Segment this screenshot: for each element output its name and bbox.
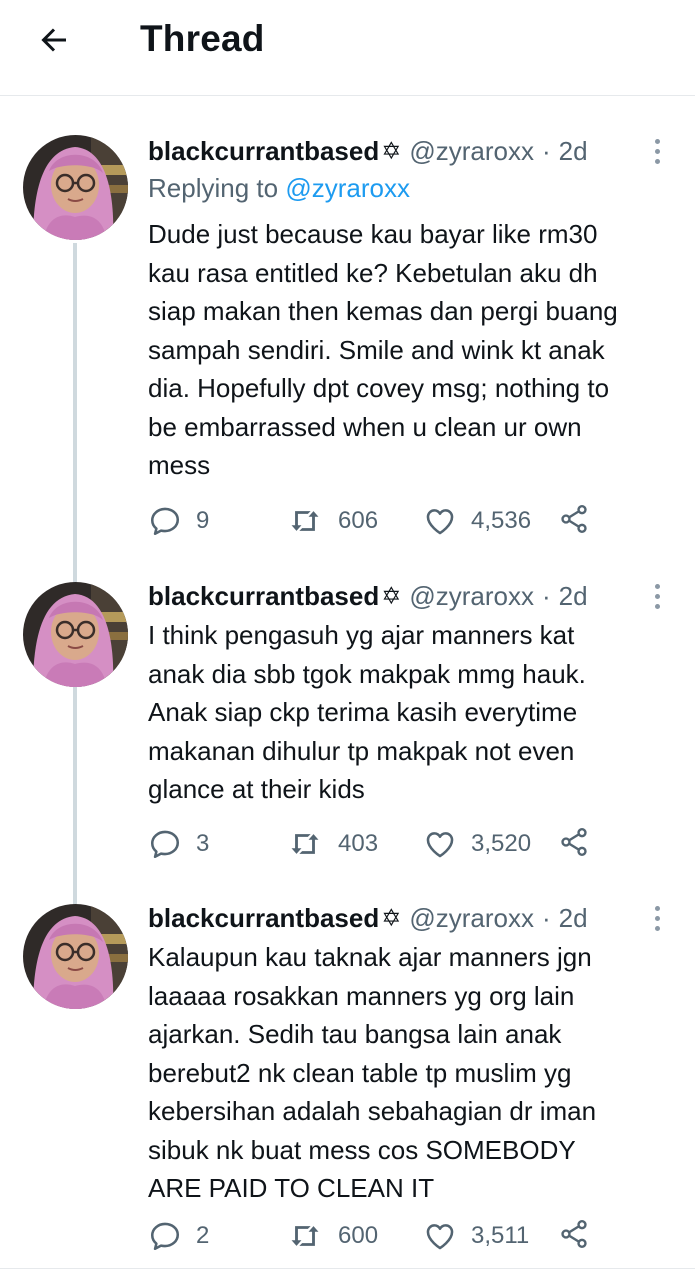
- share-icon: [558, 826, 590, 863]
- timestamp[interactable]: 2d: [559, 581, 588, 612]
- tweet-actions: 9 606 4,536: [148, 503, 608, 539]
- share-icon: [558, 503, 590, 540]
- star-badge-icon: ✡: [381, 137, 402, 165]
- share-button[interactable]: [558, 503, 590, 539]
- tweet-text-line: berebut2 nk clean table tp muslim yg: [148, 1057, 572, 1088]
- retweet-icon: [286, 1219, 324, 1253]
- like-count: 4,536: [471, 507, 532, 534]
- retweet-count: 600: [338, 1222, 379, 1249]
- like-count: 3,520: [471, 830, 532, 857]
- retweet-count: 403: [338, 830, 379, 857]
- thread-connector: [73, 690, 77, 908]
- reply-count: 2: [196, 1222, 210, 1249]
- reply-icon: [148, 504, 182, 538]
- like-button[interactable]: 4,536: [423, 503, 531, 539]
- reply-icon: [148, 827, 182, 861]
- tweet-text-line: sampah sendiri. Smile and wink kt anak: [148, 334, 605, 365]
- tweet-text-line: glance at their kids: [148, 774, 365, 804]
- reply-button[interactable]: 3: [148, 826, 209, 862]
- tweet-text-line: anak dia sbb tgok makpak mmg hauk.: [148, 658, 586, 689]
- reply-icon: [148, 1219, 182, 1253]
- reply-count: 3: [196, 830, 210, 857]
- more-options-icon[interactable]: [645, 902, 669, 934]
- timestamp[interactable]: 2d: [559, 903, 588, 934]
- tweet-text-line: Dude just because kau bayar like rm30: [148, 219, 598, 249]
- retweet-button[interactable]: 403: [286, 826, 378, 862]
- star-badge-icon: ✡: [381, 582, 402, 610]
- reply-button[interactable]: 2: [148, 1218, 209, 1254]
- tweet-text-line: kau rasa entitled ke? Kebetulan aku dh: [148, 257, 598, 288]
- avatar[interactable]: [23, 582, 128, 687]
- tweet-text-line: dia. Hopefully dpt covey msg; nothing to: [148, 373, 610, 403]
- retweet-icon: [286, 504, 324, 538]
- tweet-text-line: sibuk nk buat mess cos SOMEBODY: [148, 1134, 576, 1165]
- arrow-left-icon: [36, 22, 72, 63]
- tweet-text-line: ARE PAID TO CLEAN IT: [148, 1173, 435, 1203]
- tweet-header: blackcurrantbased ✡ @zyraroxx · 2d: [148, 580, 588, 612]
- reply-button[interactable]: 9: [148, 503, 209, 539]
- retweet-button[interactable]: 606: [286, 503, 378, 539]
- page-title: Thread: [140, 18, 265, 59]
- replying-to: Replying to @zyraroxx: [148, 173, 410, 204]
- more-options-icon[interactable]: [645, 135, 669, 167]
- retweet-count: 606: [338, 507, 379, 534]
- tweet-text-line: laaaaa rosakkan manners yg org lain: [148, 980, 575, 1011]
- tweet-text-line: ajarkan. Sedih tau bangsa lain anak: [148, 1019, 562, 1049]
- retweet-button[interactable]: 600: [286, 1218, 378, 1254]
- author-name[interactable]: blackcurrantbased: [148, 903, 379, 934]
- tweet-text: Dude just because kau bayar like rm30 ka…: [148, 215, 678, 485]
- tweet-text: Kalaupun kau taknak ajar manners jgn laa…: [148, 938, 678, 1208]
- bottom-divider: [0, 1268, 695, 1269]
- heart-icon: [423, 504, 457, 538]
- tweet-text-line: Kalaupun kau taknak ajar manners jgn: [148, 942, 592, 972]
- tweet-header: blackcurrantbased ✡ @zyraroxx · 2d: [148, 135, 588, 167]
- avatar[interactable]: [23, 135, 128, 240]
- separator-dot: ·: [541, 580, 551, 611]
- separator-dot: ·: [541, 135, 551, 166]
- reply-count: 9: [196, 507, 210, 534]
- tweet-text-line: I think pengasuh yg ajar manners kat: [148, 620, 575, 650]
- tweet-header: blackcurrantbased ✡ @zyraroxx · 2d: [148, 902, 588, 934]
- timestamp[interactable]: 2d: [559, 136, 588, 167]
- share-icon: [558, 1218, 590, 1255]
- share-button[interactable]: [558, 826, 590, 862]
- author-name[interactable]: blackcurrantbased: [148, 136, 379, 167]
- retweet-icon: [286, 827, 324, 861]
- tweet-text-line: be embarrassed when u clean ur own: [148, 411, 582, 442]
- avatar[interactable]: [23, 904, 128, 1009]
- author-handle[interactable]: @zyraroxx: [409, 136, 534, 167]
- author-handle[interactable]: @zyraroxx: [409, 581, 534, 612]
- author-name[interactable]: blackcurrantbased: [148, 581, 379, 612]
- tweet-text-line: kebersihan adalah sebahagian dr iman: [148, 1096, 597, 1126]
- separator-dot: ·: [541, 902, 551, 933]
- like-button[interactable]: 3,520: [423, 826, 531, 862]
- tweet-text: I think pengasuh yg ajar manners kat ana…: [148, 616, 678, 809]
- tweet-text-line: siap makan then kemas dan pergi buang: [148, 296, 618, 326]
- star-badge-icon: ✡: [381, 904, 402, 932]
- tweet-text-line: mess: [148, 450, 211, 480]
- heart-icon: [423, 827, 457, 861]
- tweet-text-line: Anak siap ckp terima kasih everytime: [148, 697, 578, 727]
- share-button[interactable]: [558, 1218, 590, 1254]
- replying-to-label: Replying to: [148, 173, 279, 203]
- more-options-icon[interactable]: [645, 580, 669, 612]
- like-count: 3,511: [471, 1222, 530, 1249]
- tweet-text-line: makanan dihulur tp makpak not even: [148, 735, 575, 766]
- top-bar: Thread: [0, 0, 695, 96]
- like-button[interactable]: 3,511: [423, 1218, 529, 1254]
- tweet-actions: 2 600 3,511: [148, 1218, 608, 1254]
- back-button[interactable]: [28, 20, 80, 64]
- tweet-actions: 3 403 3,520: [148, 826, 608, 862]
- heart-icon: [423, 1219, 457, 1253]
- author-handle[interactable]: @zyraroxx: [409, 903, 534, 934]
- replying-to-handle[interactable]: @zyraroxx: [285, 173, 410, 203]
